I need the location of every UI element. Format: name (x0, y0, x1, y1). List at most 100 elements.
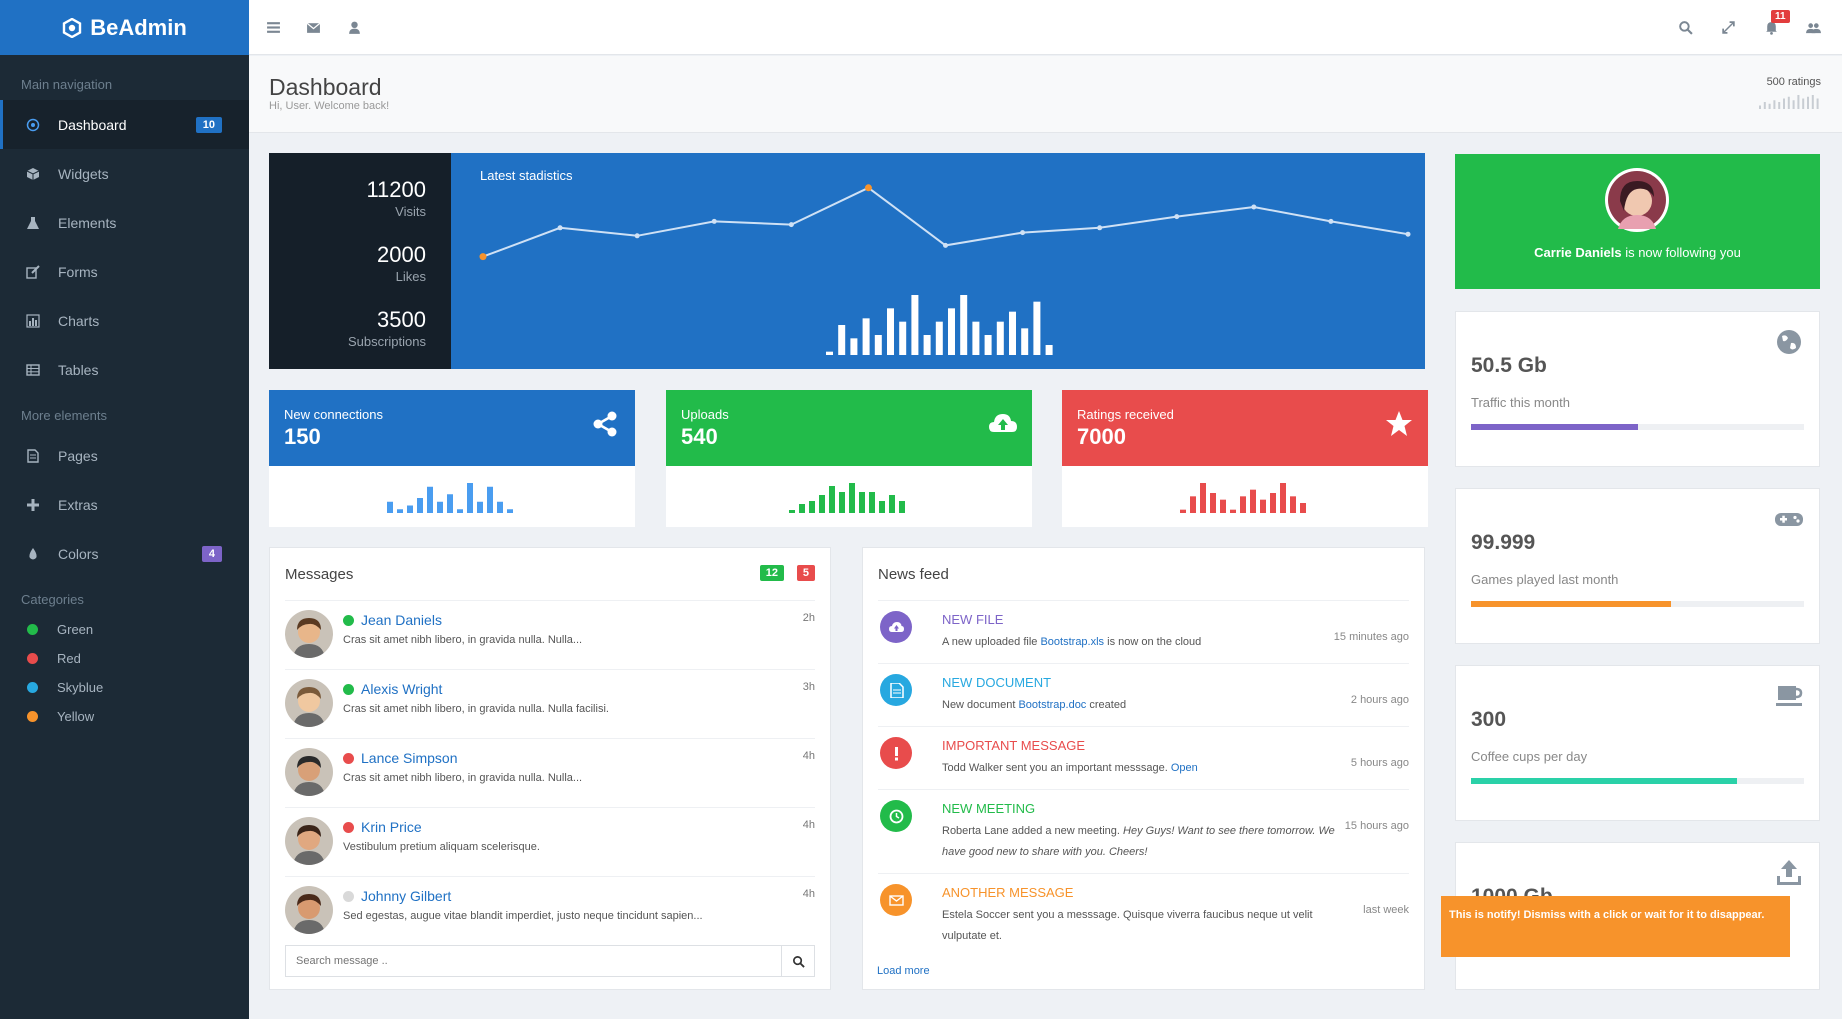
feed-link[interactable]: Bootstrap.doc (1018, 699, 1086, 711)
avatar[interactable] (285, 679, 333, 727)
message-time: 4h (802, 888, 815, 900)
fullscreen-icon[interactable] (1719, 18, 1737, 36)
card-progress-fill (1471, 424, 1638, 430)
main-nav-heading: Main navigation (21, 77, 113, 92)
search-message-input[interactable] (286, 946, 781, 976)
message-sender[interactable]: Lance Simpson (343, 750, 458, 766)
tile-bar (1230, 509, 1236, 513)
tile-label: Uploads (681, 407, 729, 422)
category-yellow[interactable]: Yellow (0, 702, 249, 731)
tile-ratings-received[interactable]: Ratings received 7000 (1062, 390, 1428, 527)
tile-bar (407, 505, 413, 513)
load-more-link[interactable]: Load more (877, 965, 930, 977)
follower-avatar[interactable] (1605, 168, 1669, 232)
messages-badge-green: 12 (759, 565, 784, 581)
message-sender[interactable]: Krin Price (343, 819, 422, 835)
stats-bar (911, 295, 919, 355)
message-sender[interactable]: Alexis Wright (343, 681, 442, 697)
tile-bar (819, 495, 825, 513)
feed-title: IMPORTANT MESSAGE (942, 738, 1086, 753)
message-sender[interactable]: Johnny Gilbert (343, 888, 451, 904)
follower-name[interactable]: Carrie Daniels (1534, 245, 1621, 260)
feed-item[interactable]: NEW MEETING Roberta Lane added a new meet… (878, 789, 1409, 873)
follow-text: Carrie Daniels is now following you (1534, 245, 1741, 260)
edit-icon (25, 264, 40, 279)
users-icon[interactable] (1804, 18, 1822, 36)
category-dot (27, 653, 38, 664)
menu-toggle-icon[interactable] (264, 18, 282, 36)
sidebar-item-widgets[interactable]: Widgets (0, 149, 249, 198)
tile-bar (1220, 499, 1226, 513)
notification-toast[interactable]: This is notify! Dismiss with a click or … (1441, 896, 1790, 957)
sidebar-item-tables[interactable]: Tables (0, 345, 249, 394)
category-green[interactable]: Green (0, 615, 249, 644)
tile-bar (799, 504, 805, 513)
tile-bar (1210, 493, 1216, 513)
feed-text: New document (942, 699, 1019, 711)
message-item[interactable]: Jean Daniels Cras sit amet nibh libero, i… (285, 600, 815, 669)
sidebar-item-elements[interactable]: Elements (0, 198, 249, 247)
envelope-icon[interactable] (304, 18, 322, 36)
category-label: Skyblue (57, 680, 104, 695)
tint-icon (25, 546, 40, 561)
globe-icon (1774, 327, 1804, 357)
feed-item[interactable]: NEW FILE A new uploaded file Bootstrap.xl… (878, 600, 1409, 663)
message-item[interactable]: Johnny Gilbert Sed egestas, augue vitae b… (285, 876, 815, 945)
messages-header: Messages 12 5 (270, 548, 830, 600)
plus-icon (25, 497, 40, 512)
sidebar-item-label: Tables (58, 361, 99, 378)
category-red[interactable]: Red (0, 644, 249, 673)
star-icon (1385, 410, 1413, 438)
user-icon[interactable] (345, 18, 363, 36)
search-button[interactable] (781, 946, 814, 976)
message-item[interactable]: Alexis Wright Cras sit amet nibh libero, … (285, 669, 815, 738)
feed-text: is now on the cloud (1104, 636, 1202, 648)
feed-text: Todd Walker sent you an important messsa… (942, 762, 1171, 774)
coffee-icon (1774, 681, 1804, 711)
brand[interactable]: BeAdmin (0, 0, 249, 55)
sidebar-item-extras[interactable]: Extras (0, 480, 249, 529)
sidebar-item-charts[interactable]: Charts (0, 296, 249, 345)
avatar[interactable] (285, 817, 333, 865)
feed-text: A new uploaded file (942, 636, 1041, 648)
stat-label: Subscriptions (347, 334, 426, 349)
clock-icon (880, 800, 912, 832)
tile-new-connections[interactable]: New connections 150 (269, 390, 635, 527)
sidebar-item-pages[interactable]: Pages (0, 431, 249, 480)
bell-icon[interactable]: 11 (1762, 10, 1790, 36)
tile-bar (1200, 483, 1206, 513)
feed-link[interactable]: Open (1171, 762, 1198, 774)
sidebar-item-colors[interactable]: Colors 4 (0, 529, 249, 578)
avatar[interactable] (285, 886, 333, 934)
tile-value: 7000 (1077, 424, 1126, 449)
messages-title: Messages (285, 565, 354, 583)
messages-panel: Messages 12 5 Jean Daniels Cras sit amet … (269, 547, 831, 990)
tile-bar-chart (387, 483, 513, 513)
tile-bar-chart (789, 483, 905, 513)
search-icon[interactable] (1676, 18, 1694, 36)
feed-item[interactable]: NEW DOCUMENT New document Bootstrap.doc c… (878, 663, 1409, 726)
statistics-panel: 11200 Visits 2000 Likes 3500 Subscriptions La… (269, 153, 1425, 369)
share-icon (592, 410, 620, 438)
sidebar-item-dashboard[interactable]: Dashboard 10 (0, 100, 249, 149)
search-icon (792, 955, 805, 968)
stats-line-point (1328, 218, 1334, 224)
sidebar-item-forms[interactable]: Forms (0, 247, 249, 296)
avatar[interactable] (285, 748, 333, 796)
feed-link[interactable]: Bootstrap.xls (1040, 636, 1104, 648)
tile-value: 540 (681, 424, 718, 449)
message-time: 3h (802, 681, 815, 693)
status-dot (343, 821, 354, 833)
avatar[interactable] (285, 610, 333, 658)
feed-item[interactable]: IMPORTANT MESSAGE Todd Walker sent you an… (878, 726, 1409, 789)
message-item[interactable]: Krin Price Vestibulum pretium aliquam sce… (285, 807, 815, 876)
category-skyblue[interactable]: Skyblue (0, 673, 249, 702)
tile-uploads[interactable]: Uploads 540 (666, 390, 1032, 527)
message-item[interactable]: Lance Simpson Cras sit amet nibh libero, … (285, 738, 815, 807)
card-progress (1471, 778, 1804, 784)
message-preview: Vestibulum pretium aliquam scelerisque. (343, 841, 540, 853)
message-sender[interactable]: Jean Daniels (343, 612, 442, 628)
tile-bar (507, 509, 513, 513)
feed-item[interactable]: ANOTHER MESSAGE Estela Soccer sent you a … (878, 873, 1409, 957)
status-dot (343, 614, 354, 626)
